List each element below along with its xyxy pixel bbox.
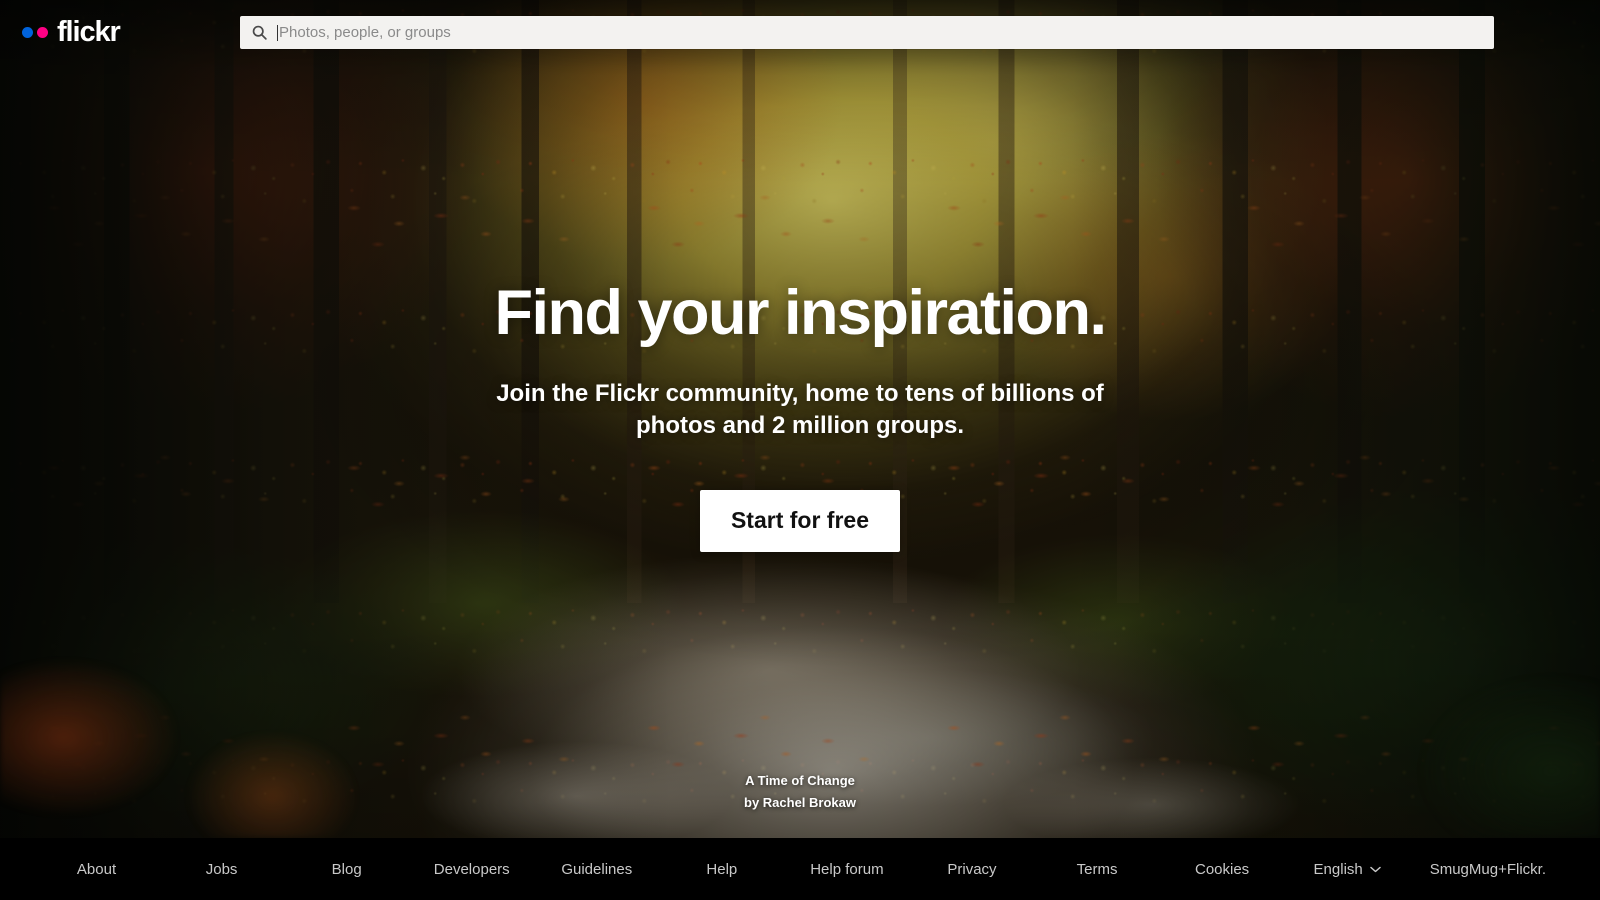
footer-link-guidelines[interactable]: Guidelines [534,861,659,878]
top-bar: flickr [0,0,1600,64]
chevron-down-icon [1370,866,1381,872]
language-selector-label: English [1313,860,1363,878]
search-text-cursor [277,24,278,41]
footer-link-help-forum[interactable]: Help forum [784,861,909,878]
photo-credit-author: by Rachel Brokaw [744,795,856,811]
logo-dot-blue-icon [22,26,33,38]
footer-brand-note[interactable]: SmugMug+Flickr. [1410,861,1566,878]
search-bar[interactable] [240,16,1494,49]
hero-subheadline: Join the Flickr community, home to tens … [496,380,1104,440]
flickr-landing-page: flickr Find your inspiration. Join the F… [0,0,1600,900]
start-for-free-button[interactable]: Start for free [700,489,900,552]
logo-wordmark: flickr [57,15,121,48]
photo-credit-title: A Time of Change [745,773,855,788]
footer-link-cookies[interactable]: Cookies [1160,861,1285,878]
logo-dot-pink-icon [37,26,48,38]
flickr-logo[interactable]: flickr [22,15,121,49]
footer-link-jobs[interactable]: Jobs [159,861,284,878]
footer-link-help[interactable]: Help [659,861,784,878]
footer-link-terms[interactable]: Terms [1035,861,1160,878]
search-input[interactable] [279,16,1494,49]
footer-link-developers[interactable]: Developers [409,861,534,878]
footer-link-about[interactable]: About [34,861,159,878]
footer: About Jobs Blog Developers Guidelines He… [0,838,1600,900]
hero-content: Find your inspiration. Join the Flickr c… [0,280,1600,552]
footer-link-blog[interactable]: Blog [284,861,409,878]
language-selector[interactable]: English [1285,861,1410,878]
page-title: Find your inspiration. [494,278,1108,348]
photo-credit: A Time of Change by Rachel Brokaw [0,770,1600,815]
search-icon [252,25,267,40]
footer-link-privacy[interactable]: Privacy [909,861,1034,878]
footer-nav: About Jobs Blog Developers Guidelines He… [0,861,1600,878]
